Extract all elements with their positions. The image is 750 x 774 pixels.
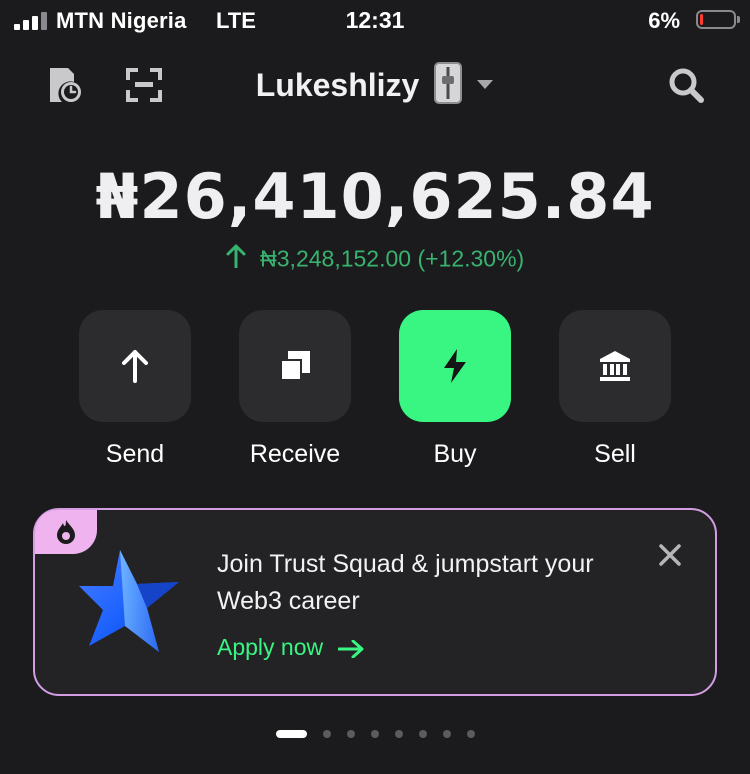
- promo-card[interactable]: Join Trust Squad & jumpstart your Web3 c…: [33, 508, 717, 696]
- lightning-icon: [444, 349, 466, 383]
- buy-label: Buy: [433, 440, 477, 468]
- promo-title: Join Trust Squad & jumpstart your Web3 c…: [217, 550, 594, 615]
- copy-icon: [280, 351, 310, 381]
- send-tile[interactable]: [79, 310, 191, 422]
- receive-label: Receive: [249, 440, 341, 468]
- apply-now-link[interactable]: Apply now: [217, 634, 364, 661]
- sell-tile[interactable]: [559, 310, 671, 422]
- send-button[interactable]: Send: [79, 310, 191, 469]
- sell-label: Sell: [594, 440, 636, 468]
- apply-now-label: Apply now: [217, 634, 324, 660]
- control-knobs-icon: [433, 62, 462, 109]
- pager-dot[interactable]: [347, 730, 355, 738]
- pager-dot-active[interactable]: [276, 730, 307, 738]
- sell-button[interactable]: Sell: [559, 310, 671, 469]
- status-time: 12:31: [345, 7, 405, 33]
- pager-dot[interactable]: [395, 730, 403, 738]
- chevron-down-icon: [476, 77, 494, 95]
- buy-tile[interactable]: [399, 310, 511, 422]
- arrow-up-icon: [226, 244, 246, 274]
- balance-change: ₦3,248,152.00 (+12.30%): [0, 244, 750, 274]
- wallet-name: Lukeshlizy: [255, 67, 420, 103]
- send-label: Send: [105, 440, 165, 468]
- pager-dot[interactable]: [443, 730, 451, 738]
- total-balance: ₦26,410,625.84: [95, 160, 655, 233]
- star-logo-icon: [75, 546, 185, 663]
- battery-percent: 6%: [648, 8, 680, 33]
- search-icon[interactable]: [668, 67, 704, 108]
- arrow-up-icon: [122, 350, 148, 383]
- bank-icon: [600, 351, 630, 381]
- pager-dot[interactable]: [467, 730, 475, 738]
- close-icon[interactable]: [659, 544, 681, 571]
- receive-button[interactable]: Receive: [239, 310, 351, 469]
- pager-dot[interactable]: [323, 730, 331, 738]
- battery-icon: [696, 10, 740, 29]
- pager-dot[interactable]: [371, 730, 379, 738]
- receive-tile[interactable]: [239, 310, 351, 422]
- battery-level: [700, 14, 703, 25]
- arrow-right-icon: [337, 639, 364, 659]
- buy-button[interactable]: Buy: [399, 310, 511, 469]
- balance-change-text: ₦3,248,152.00 (+12.30%): [260, 245, 525, 272]
- status-bar: MTN Nigeria LTE 12:31 6%: [0, 0, 750, 42]
- flame-icon: [57, 520, 75, 544]
- wallet-selector[interactable]: Lukeshlizy: [0, 62, 750, 112]
- pager-dot[interactable]: [419, 730, 427, 738]
